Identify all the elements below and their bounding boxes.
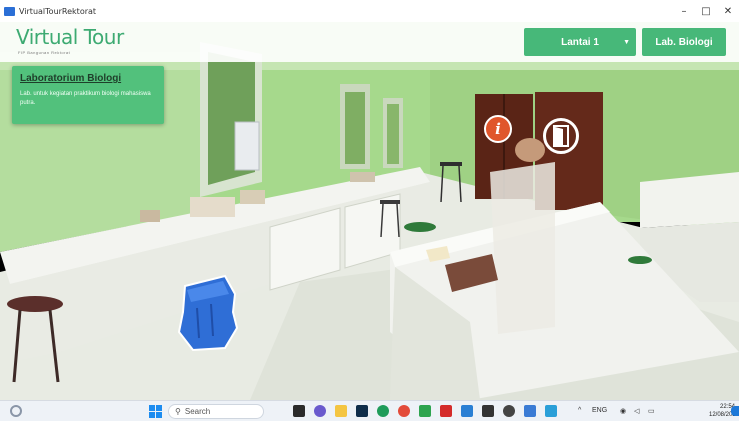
info-glyph: i — [495, 120, 501, 138]
chevron-down-icon: ▼ — [623, 38, 630, 46]
logo-subtitle: FIP Bangunan Rektorat — [18, 50, 71, 55]
floor-select[interactable]: Lantai 1 ▼ — [524, 28, 636, 56]
start-button-icon[interactable] — [149, 405, 162, 418]
info-hotspot-icon[interactable]: i — [484, 115, 512, 143]
tray-language[interactable]: ENG — [592, 407, 607, 414]
photoshop-icon[interactable] — [356, 405, 368, 417]
search-placeholder: Search — [184, 407, 211, 416]
maximize-button[interactable]: □ — [695, 0, 717, 22]
acrobat-icon[interactable] — [440, 405, 452, 417]
door-hotspot-icon[interactable] — [543, 118, 579, 154]
app-icon — [4, 6, 15, 16]
room-info-card: Laboratorium Biologi Lab. untuk kegiatan… — [12, 66, 164, 124]
taskview-icon[interactable] — [293, 405, 305, 417]
network-app-icon[interactable] — [545, 405, 557, 417]
room-info-title[interactable]: Laboratorium Biologi — [20, 73, 156, 84]
windows-taskbar: ⚲ Search ^ ENG ◉ ◁ ▭ 22:54 12/08/2023 — [0, 400, 739, 421]
close-button[interactable]: ✕ — [717, 0, 739, 22]
tray-volume-icon[interactable]: ◁ — [634, 407, 639, 415]
room-info-text: Lab. untuk kegiatan praktikum biologi ma… — [20, 91, 151, 106]
window-controls: – □ ✕ — [673, 0, 739, 22]
window-titlebar: VirtualTourRektorat – □ ✕ — [0, 0, 739, 22]
dark-app-icon[interactable] — [482, 405, 494, 417]
tray-wifi-icon[interactable]: ◉ — [620, 407, 626, 415]
widgets-icon[interactable] — [10, 405, 22, 417]
floor-select-value: Lantai 1 — [561, 36, 599, 48]
store-icon[interactable] — [461, 405, 473, 417]
file-explorer-icon[interactable] — [335, 405, 347, 417]
chrome-icon[interactable] — [398, 405, 410, 417]
chat-icon[interactable] — [314, 405, 326, 417]
edge-icon[interactable] — [377, 405, 389, 417]
tray-chevron-icon[interactable]: ^ — [578, 407, 581, 414]
obs-icon[interactable] — [503, 405, 515, 417]
window-title: VirtualTourRektorat — [19, 6, 97, 16]
door-icon — [553, 125, 569, 147]
panorama-viewport[interactable]: Virtual Tour FIP Bangunan Rektorat Lanta… — [0, 22, 739, 400]
green-app-icon[interactable] — [419, 405, 431, 417]
app-header: Virtual Tour FIP Bangunan Rektorat Lanta… — [0, 22, 739, 62]
taskbar-search[interactable]: ⚲ Search — [168, 404, 264, 419]
trash-bin-hotspot[interactable] — [175, 272, 241, 352]
virtual-tour-logo: Virtual Tour — [16, 25, 124, 49]
tray-battery-icon[interactable]: ▭ — [648, 407, 655, 415]
minimize-button[interactable]: – — [673, 0, 695, 22]
search-icon: ⚲ — [175, 407, 181, 416]
mail-icon[interactable] — [524, 405, 536, 417]
notification-icon[interactable] — [731, 406, 739, 416]
room-button[interactable]: Lab. Biologi — [642, 28, 726, 56]
